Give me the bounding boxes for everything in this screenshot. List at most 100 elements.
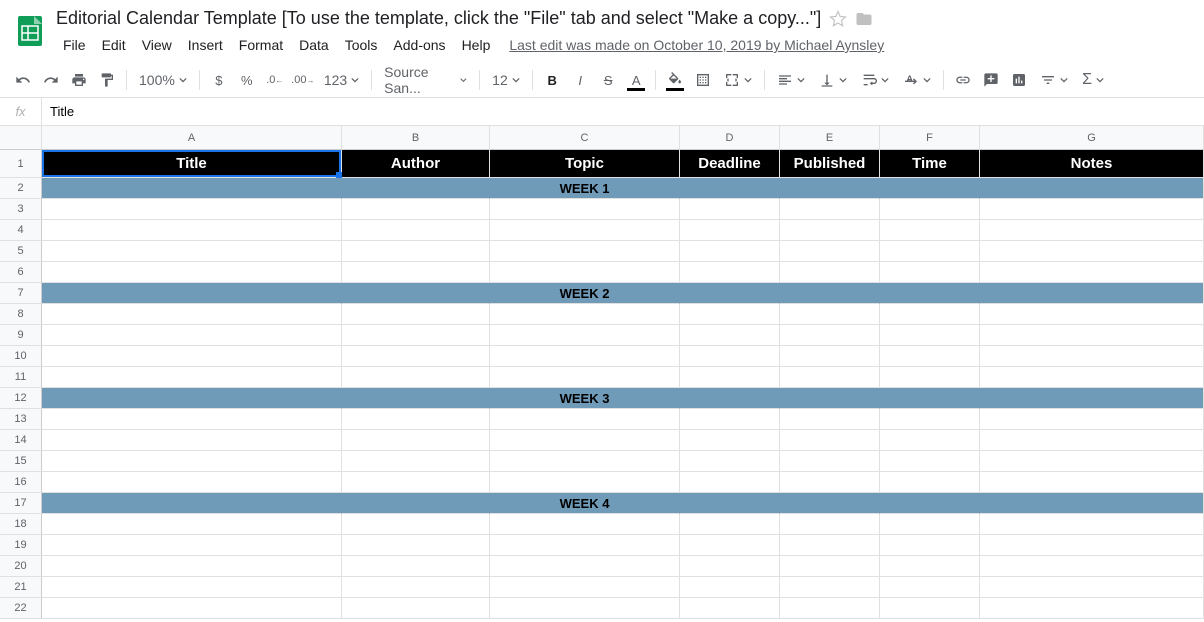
cell-C5[interactable] — [490, 241, 680, 262]
font-family-dropdown[interactable]: Source San... — [378, 67, 473, 93]
cell-G9[interactable] — [980, 325, 1204, 346]
cell-A5[interactable] — [42, 241, 342, 262]
row-header-12[interactable]: 12 — [0, 388, 42, 409]
cell-D18[interactable] — [680, 514, 780, 535]
undo-button[interactable] — [10, 67, 36, 93]
cell-C9[interactable] — [490, 325, 680, 346]
bold-button[interactable]: B — [539, 67, 565, 93]
cell-G11[interactable] — [980, 367, 1204, 388]
cell-E20[interactable] — [780, 556, 880, 577]
cell-D8[interactable] — [680, 304, 780, 325]
cell-A15[interactable] — [42, 451, 342, 472]
last-edit-link[interactable]: Last edit was made on October 10, 2019 b… — [509, 37, 884, 53]
row-header-8[interactable]: 8 — [0, 304, 42, 325]
row-header-20[interactable]: 20 — [0, 556, 42, 577]
menu-data[interactable]: Data — [292, 33, 336, 57]
cell-C8[interactable] — [490, 304, 680, 325]
row-header-6[interactable]: 6 — [0, 262, 42, 283]
sheets-logo[interactable] — [12, 12, 48, 48]
cell-C7[interactable]: WEEK 2 — [490, 283, 680, 304]
cell-F6[interactable] — [880, 262, 980, 283]
row-header-16[interactable]: 16 — [0, 472, 42, 493]
cell-C12[interactable]: WEEK 3 — [490, 388, 680, 409]
insert-link-button[interactable] — [950, 67, 976, 93]
cell-G2[interactable] — [980, 178, 1204, 199]
cell-B18[interactable] — [342, 514, 490, 535]
cell-E2[interactable] — [780, 178, 880, 199]
cell-D15[interactable] — [680, 451, 780, 472]
row-header-11[interactable]: 11 — [0, 367, 42, 388]
cell-F7[interactable] — [880, 283, 980, 304]
cell-F8[interactable] — [880, 304, 980, 325]
cell-E22[interactable] — [780, 598, 880, 619]
row-header-19[interactable]: 19 — [0, 535, 42, 556]
currency-button[interactable]: $ — [206, 67, 232, 93]
row-header-4[interactable]: 4 — [0, 220, 42, 241]
col-header-F[interactable]: F — [880, 126, 980, 150]
cell-A6[interactable] — [42, 262, 342, 283]
cell-E7[interactable] — [780, 283, 880, 304]
cell-A14[interactable] — [42, 430, 342, 451]
cell-C6[interactable] — [490, 262, 680, 283]
row-header-22[interactable]: 22 — [0, 598, 42, 619]
cell-C20[interactable] — [490, 556, 680, 577]
cell-F4[interactable] — [880, 220, 980, 241]
cell-E9[interactable] — [780, 325, 880, 346]
row-header-18[interactable]: 18 — [0, 514, 42, 535]
cell-C13[interactable] — [490, 409, 680, 430]
cell-G4[interactable] — [980, 220, 1204, 241]
doc-title[interactable]: Editorial Calendar Template [To use the … — [56, 8, 821, 29]
cell-D2[interactable] — [680, 178, 780, 199]
cell-A4[interactable] — [42, 220, 342, 241]
cell-E3[interactable] — [780, 199, 880, 220]
row-header-2[interactable]: 2 — [0, 178, 42, 199]
cell-F14[interactable] — [880, 430, 980, 451]
text-rotation-dropdown[interactable] — [897, 67, 937, 93]
cell-B5[interactable] — [342, 241, 490, 262]
cell-C22[interactable] — [490, 598, 680, 619]
cell-A21[interactable] — [42, 577, 342, 598]
cell-D22[interactable] — [680, 598, 780, 619]
cell-B10[interactable] — [342, 346, 490, 367]
cell-F19[interactable] — [880, 535, 980, 556]
cell-G7[interactable] — [980, 283, 1204, 304]
cell-B8[interactable] — [342, 304, 490, 325]
cell-A18[interactable] — [42, 514, 342, 535]
cell-F9[interactable] — [880, 325, 980, 346]
cell-B19[interactable] — [342, 535, 490, 556]
cell-B20[interactable] — [342, 556, 490, 577]
cell-B4[interactable] — [342, 220, 490, 241]
cell-E11[interactable] — [780, 367, 880, 388]
cell-E5[interactable] — [780, 241, 880, 262]
cell-F10[interactable] — [880, 346, 980, 367]
cell-C18[interactable] — [490, 514, 680, 535]
increase-decimal-button[interactable]: .00→ — [290, 67, 316, 93]
cell-D12[interactable] — [680, 388, 780, 409]
cell-E13[interactable] — [780, 409, 880, 430]
row-header-17[interactable]: 17 — [0, 493, 42, 514]
cell-A19[interactable] — [42, 535, 342, 556]
col-header-C[interactable]: C — [490, 126, 680, 150]
cell-B13[interactable] — [342, 409, 490, 430]
cell-F12[interactable] — [880, 388, 980, 409]
cell-D14[interactable] — [680, 430, 780, 451]
cell-D13[interactable] — [680, 409, 780, 430]
cell-D6[interactable] — [680, 262, 780, 283]
cell-D1[interactable]: Deadline — [680, 150, 780, 178]
cell-E15[interactable] — [780, 451, 880, 472]
cell-A20[interactable] — [42, 556, 342, 577]
cell-D10[interactable] — [680, 346, 780, 367]
cell-G14[interactable] — [980, 430, 1204, 451]
cell-G6[interactable] — [980, 262, 1204, 283]
zoom-dropdown[interactable]: 100% — [133, 67, 193, 93]
row-header-9[interactable]: 9 — [0, 325, 42, 346]
cell-F2[interactable] — [880, 178, 980, 199]
formula-input[interactable] — [42, 98, 1204, 125]
fill-color-button[interactable] — [662, 67, 688, 93]
cell-F21[interactable] — [880, 577, 980, 598]
select-all-corner[interactable] — [0, 126, 42, 150]
cell-A17[interactable] — [42, 493, 342, 514]
cell-B2[interactable] — [342, 178, 490, 199]
col-header-A[interactable]: A — [42, 126, 342, 150]
cell-C19[interactable] — [490, 535, 680, 556]
